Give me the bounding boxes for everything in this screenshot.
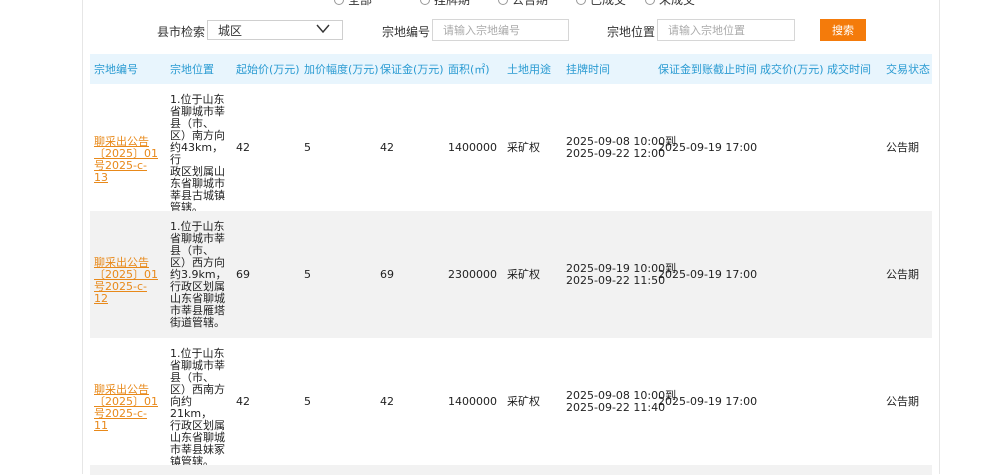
col-deal-time: 成交时间 <box>827 63 871 76</box>
code-link[interactable]: 聊采出公告〔2025〕01号2025-c-12 <box>94 257 160 305</box>
county-label: 县市检索 <box>157 25 206 39</box>
radio-circle-icon[interactable] <box>576 0 586 5</box>
radio-listing[interactable]: 挂牌期 <box>420 0 470 8</box>
table-row: 聊采出公告〔2025〕01号2025-c-12 1.位于山东 省聊城市莘 县（市… <box>90 211 932 338</box>
col-deposit: 保证金(万元) <box>380 63 444 76</box>
col-code: 宗地编号 <box>94 63 138 76</box>
land-table: 宗地编号 宗地位置 起始价(万元) 加价幅度(万元) 保证金(万元) 面积(㎡)… <box>90 54 932 475</box>
deposit-deadline-cell: 2025-09-19 17:00 <box>658 395 758 408</box>
county-select-value: 城区 <box>218 23 243 38</box>
increment-cell: 5 <box>304 395 311 408</box>
start-price-cell: 42 <box>236 395 250 408</box>
deposit-deadline-cell: 2025-09-19 17:00 <box>658 141 758 154</box>
area-cell: 1400000 <box>448 395 497 408</box>
usage-cell: 采矿权 <box>507 141 540 154</box>
increment-cell: 5 <box>304 141 311 154</box>
location-input[interactable] <box>657 19 795 41</box>
listing-end-cell: 2025-09-22 11:50 <box>566 274 666 287</box>
area-cell: 2300000 <box>448 268 497 281</box>
chevron-down-icon <box>316 24 330 34</box>
code-link[interactable]: 聊采出公告〔2025〕01号2025-c-11 <box>94 384 160 432</box>
county-select[interactable]: 城区 <box>207 20 343 40</box>
location-cell: 1.位于山东 省聊城市莘 县（市、 区）西方向 约3.9km， 行政区划属 山东… <box>170 220 227 329</box>
status-filter: 全部 挂牌期 公告期 已成交 未成交 <box>0 0 1000 8</box>
table-row: 聊采出公告〔2025〕01号2025-c-13 1.位于山东 省聊城市莘 县（市… <box>90 84 932 214</box>
location-label: 宗地位置 <box>607 25 656 39</box>
table-header: 宗地编号 宗地位置 起始价(万元) 加价幅度(万元) 保证金(万元) 面积(㎡)… <box>90 54 932 84</box>
start-price-cell: 69 <box>236 268 250 281</box>
search-button[interactable]: 搜索 <box>820 19 866 41</box>
col-increment: 加价幅度(万元) <box>304 63 379 76</box>
radio-circle-icon[interactable] <box>334 0 344 5</box>
code-label: 宗地编号 <box>382 25 431 39</box>
col-deposit-deadline: 保证金到账截止时间 <box>658 63 757 76</box>
col-listing-time: 挂牌时间 <box>566 63 610 76</box>
radio-announcement[interactable]: 公告期 <box>498 0 548 8</box>
usage-cell: 采矿权 <box>507 395 540 408</box>
listing-end-cell: 2025-09-22 12:00 <box>566 147 666 160</box>
radio-undealt[interactable]: 未成交 <box>645 0 695 8</box>
location-cell: 1.位于山东 省聊城市莘 县（市、 区）南方向 约43km，行 政区划属山 东省… <box>170 93 225 214</box>
col-start-price: 起始价(万元) <box>236 63 300 76</box>
deposit-cell: 42 <box>380 141 394 154</box>
status-cell: 公告期 <box>886 141 919 154</box>
col-location: 宗地位置 <box>170 63 214 76</box>
radio-dealt[interactable]: 已成交 <box>576 0 626 8</box>
increment-cell: 5 <box>304 268 311 281</box>
area-cell: 1400000 <box>448 141 497 154</box>
search-bar: 县市检索 城区 宗地编号 宗地位置 搜索 <box>0 19 1000 43</box>
col-status: 交易状态 <box>886 63 930 76</box>
status-cell: 公告期 <box>886 268 919 281</box>
radio-circle-icon[interactable] <box>498 0 508 5</box>
start-price-cell: 42 <box>236 141 250 154</box>
code-input[interactable] <box>432 19 569 41</box>
table-row: 聊采出公告〔2025〕01号2025-c-11 1.位于山东 省聊城市莘 县（市… <box>90 338 932 468</box>
deposit-cell: 42 <box>380 395 394 408</box>
radio-all[interactable]: 全部 <box>334 0 372 8</box>
code-link[interactable]: 聊采出公告〔2025〕01号2025-c-13 <box>94 136 160 184</box>
radio-circle-icon[interactable] <box>420 0 430 5</box>
col-area: 面积(㎡) <box>448 63 490 76</box>
location-cell: 1.位于山东 省聊城市莘 县（市、 区）西南方 向约21km， 行政区划属 山东… <box>170 347 225 468</box>
deposit-cell: 69 <box>380 268 394 281</box>
deposit-deadline-cell: 2025-09-19 17:00 <box>658 268 758 281</box>
status-cell: 公告期 <box>886 395 919 408</box>
col-usage: 土地用途 <box>507 63 551 76</box>
col-deal-price: 成交价(万元) <box>760 63 824 76</box>
usage-cell: 采矿权 <box>507 268 540 281</box>
radio-circle-icon[interactable] <box>645 0 655 5</box>
listing-end-cell: 2025-09-22 11:40 <box>566 401 666 414</box>
